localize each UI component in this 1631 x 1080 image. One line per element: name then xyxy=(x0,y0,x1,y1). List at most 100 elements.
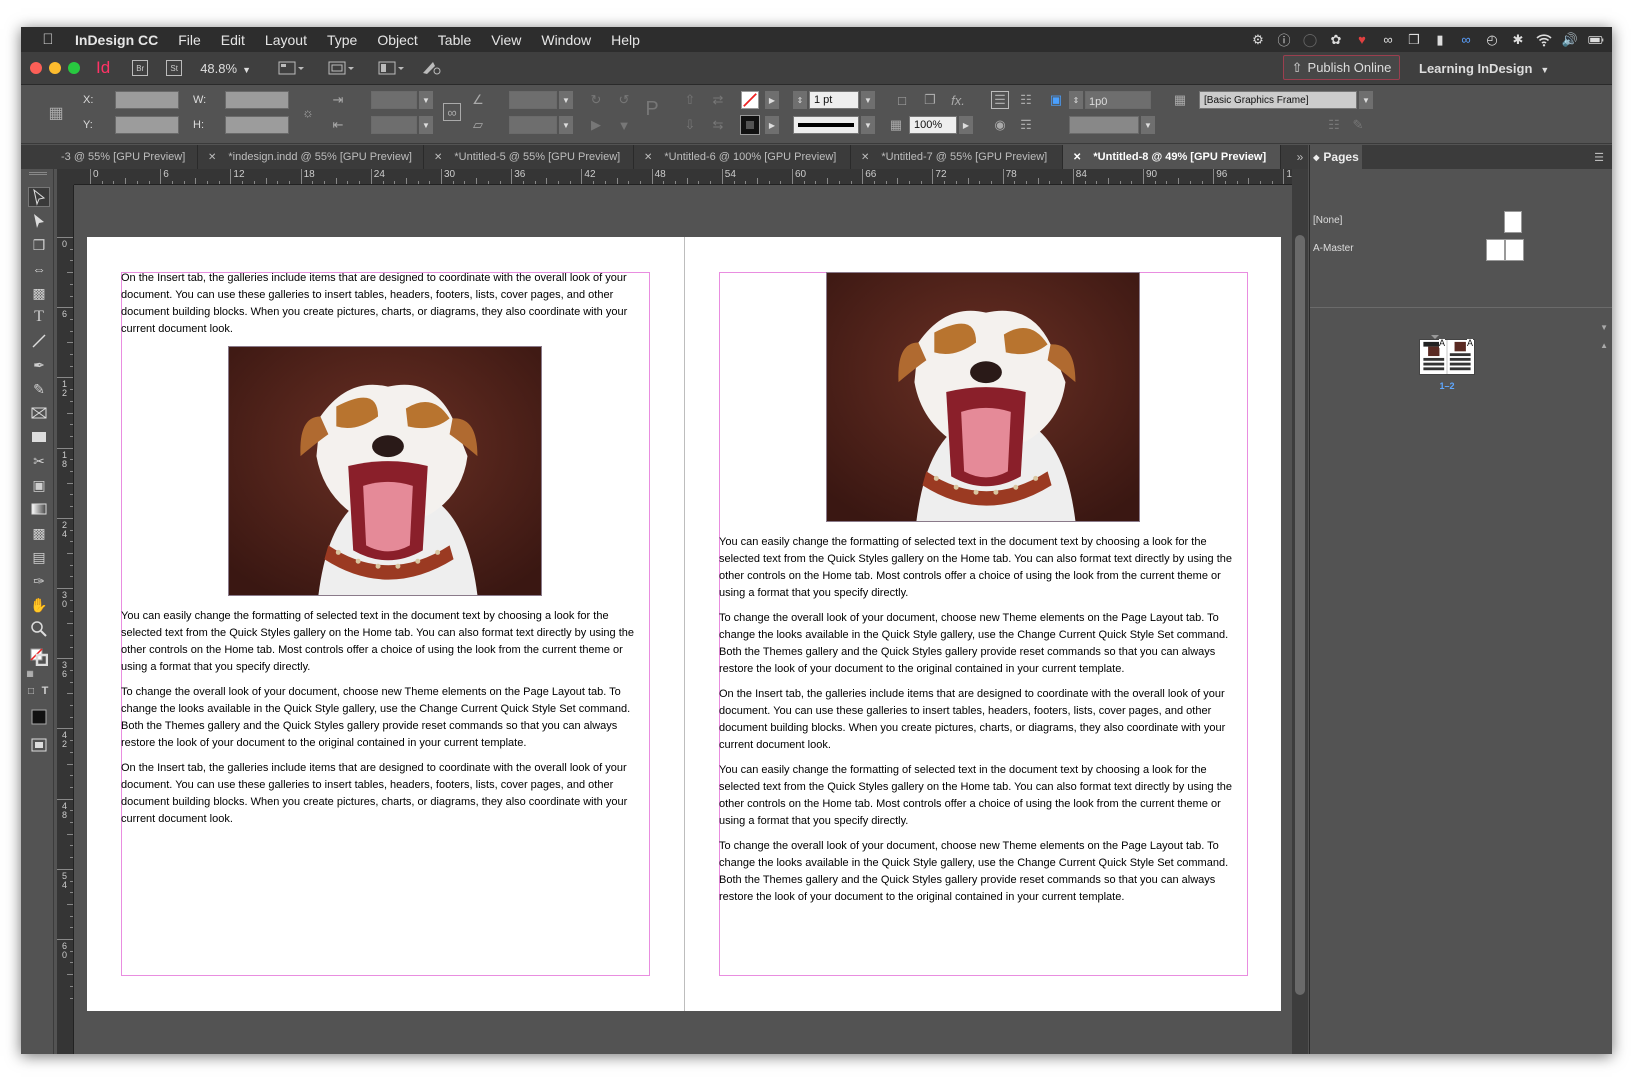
master-a[interactable]: A-Master xyxy=(1313,243,1354,254)
script-icon[interactable]: ⚙ xyxy=(1250,32,1266,48)
text-frame-right[interactable]: You can easily change the formatting of … xyxy=(719,534,1248,914)
ruler-origin[interactable] xyxy=(57,169,74,185)
workspace-switcher[interactable]: Learning InDesign ▼ xyxy=(1419,61,1549,76)
menu-file[interactable]: File xyxy=(168,32,211,48)
time-machine-icon[interactable]: ◴ xyxy=(1484,32,1500,48)
width-field[interactable] xyxy=(225,91,289,109)
tab-document[interactable]: ✕ *Untitled-7 @ 55% [GPU Preview] xyxy=(851,145,1063,169)
default-fill-stroke-icon[interactable]: ▦ xyxy=(24,667,36,679)
select-content-icon[interactable]: ⇩ xyxy=(681,116,699,134)
gradient-feather-tool-icon[interactable]: ▩ xyxy=(28,523,50,543)
stroke-weight-dropdown[interactable]: ▼ xyxy=(861,91,875,109)
close-icon[interactable]: ✕ xyxy=(644,152,652,163)
minimize-window-button[interactable] xyxy=(49,62,61,74)
more-tabs-icon[interactable]: » xyxy=(1289,145,1311,169)
stroke-swatch-icon[interactable] xyxy=(740,115,760,135)
close-window-button[interactable] xyxy=(30,62,42,74)
spread-thumbnail[interactable]: A A xyxy=(1419,339,1475,375)
height-field[interactable] xyxy=(225,116,289,134)
pencil-tool-icon[interactable]: ✎ xyxy=(28,379,50,399)
bridge-button[interactable]: Br xyxy=(132,60,149,76)
hand-tool-icon[interactable]: ✋ xyxy=(28,595,50,615)
scissors-tool-icon[interactable]: ✂ xyxy=(28,451,50,471)
rotate-ccw-icon[interactable]: ↺ xyxy=(615,91,633,109)
content-collector-icon[interactable]: ▩ xyxy=(28,283,50,303)
flip-horizontal-icon[interactable]: ▶ xyxy=(587,116,605,134)
vertical-scrollbar-thumb[interactable] xyxy=(1295,235,1305,995)
text-frame-left-top[interactable]: On the Insert tab, the galleries include… xyxy=(121,270,650,346)
type-tool-icon[interactable]: T xyxy=(28,307,50,327)
bookmark-icon[interactable]: ▮ xyxy=(1432,32,1448,48)
fill-stroke-icon[interactable] xyxy=(28,647,50,667)
direct-selection-tool-icon[interactable] xyxy=(28,211,50,231)
screen-mode-tool-icon[interactable] xyxy=(28,735,50,755)
masters-divider[interactable] xyxy=(1310,307,1612,308)
rectangle-tool-icon[interactable] xyxy=(28,427,50,447)
constrain-proportions-icon[interactable]: ☼ xyxy=(299,103,317,121)
scale-x-field[interactable] xyxy=(371,91,417,109)
pasteboard[interactable]: On the Insert tab, the galleries include… xyxy=(75,186,1292,1054)
text-wrap-jump-icon[interactable]: ☶ xyxy=(1017,116,1035,134)
gpu-performance-icon[interactable] xyxy=(419,59,447,77)
fill-swatch-icon[interactable] xyxy=(741,91,759,109)
gutter-stepper[interactable]: ⇕ xyxy=(1069,91,1083,109)
free-transform-tool-icon[interactable]: ▣ xyxy=(28,475,50,495)
menu-layout[interactable]: Layout xyxy=(255,32,317,48)
rotate-cw-icon[interactable]: ↻ xyxy=(587,91,605,109)
scale-y-field[interactable] xyxy=(371,116,417,134)
shear-angle-dropdown[interactable]: ▼ xyxy=(559,116,573,134)
column-field[interactable] xyxy=(1069,116,1139,134)
eyedropper-tool-icon[interactable]: ✑ xyxy=(28,571,50,591)
select-next-icon[interactable]: ⇆ xyxy=(709,116,727,134)
x-field[interactable] xyxy=(115,91,179,109)
pocket-icon[interactable]: ♥ xyxy=(1354,32,1370,48)
stroke-weight-field[interactable]: 1 pt xyxy=(809,91,859,109)
menu-window[interactable]: Window xyxy=(531,32,601,48)
menu-view[interactable]: View xyxy=(481,32,531,48)
scale-y-dropdown[interactable]: ▼ xyxy=(419,116,433,134)
master-a-thumbnail-left[interactable] xyxy=(1486,239,1505,261)
rotate-angle-field[interactable] xyxy=(509,91,557,109)
scroll-up-icon[interactable]: ▲ xyxy=(1600,341,1608,350)
object-style-select[interactable]: [Basic Graphics Frame] xyxy=(1199,91,1357,109)
clear-overrides-icon[interactable]: ☷ xyxy=(1325,116,1343,134)
screen-mode-icon[interactable] xyxy=(327,59,355,77)
menu-object[interactable]: Object xyxy=(367,32,427,48)
page-tool-icon[interactable]: ❒ xyxy=(28,235,50,255)
creative-cloud-icon[interactable]: ∞ xyxy=(1380,32,1396,48)
apply-color-icon[interactable] xyxy=(28,707,50,727)
text-frame-left-bottom[interactable]: You can easily change the formatting of … xyxy=(121,608,650,836)
rectangle-frame-tool-icon[interactable] xyxy=(28,403,50,423)
evernote-icon[interactable]: ✿ xyxy=(1328,32,1344,48)
rotate-angle-dropdown[interactable]: ▼ xyxy=(559,91,573,109)
menu-app-name[interactable]: InDesign CC xyxy=(75,32,168,48)
menu-help[interactable]: Help xyxy=(601,32,650,48)
stroke-weight-stepper[interactable]: ⇕ xyxy=(793,91,807,109)
gradient-tool-icon[interactable] xyxy=(28,499,50,519)
select-container-icon[interactable]: ⇧ xyxy=(681,91,699,109)
close-icon[interactable]: ✕ xyxy=(434,152,442,163)
arrange-documents-icon[interactable] xyxy=(377,59,405,77)
sync-icon[interactable]: ◯ xyxy=(1302,32,1318,48)
dropbox-icon[interactable]: ❒ xyxy=(1406,32,1422,48)
publish-online-button[interactable]: ⇧ Publish Online xyxy=(1283,55,1400,80)
wifi-icon[interactable] xyxy=(1536,32,1552,48)
menu-edit[interactable]: Edit xyxy=(211,32,255,48)
volume-icon[interactable]: 🔊 xyxy=(1562,32,1578,48)
gap-tool-icon[interactable]: ⇔ xyxy=(28,259,50,279)
master-a-thumbnail-right[interactable] xyxy=(1505,239,1524,261)
dog-image-right[interactable] xyxy=(826,272,1140,522)
link-scale-icon[interactable]: ∞ xyxy=(443,103,461,121)
panel-menu-icon[interactable]: ☰ xyxy=(1594,151,1604,164)
fill-dropdown[interactable]: ▶ xyxy=(765,91,779,109)
menu-table[interactable]: Table xyxy=(428,32,481,48)
shear-angle-field[interactable] xyxy=(509,116,557,134)
formatting-text-icon[interactable]: T xyxy=(39,685,51,697)
scale-x-dropdown[interactable]: ▼ xyxy=(419,91,433,109)
tab-pages[interactable]: ◆ Pages xyxy=(1310,145,1362,169)
text-wrap-bounding-icon[interactable]: ☷ xyxy=(1017,91,1035,109)
view-options-icon[interactable] xyxy=(277,59,305,77)
stroke-type-field[interactable] xyxy=(793,116,859,134)
dog-image-left[interactable] xyxy=(228,346,542,596)
opacity-dropdown[interactable]: ▶ xyxy=(959,116,973,134)
